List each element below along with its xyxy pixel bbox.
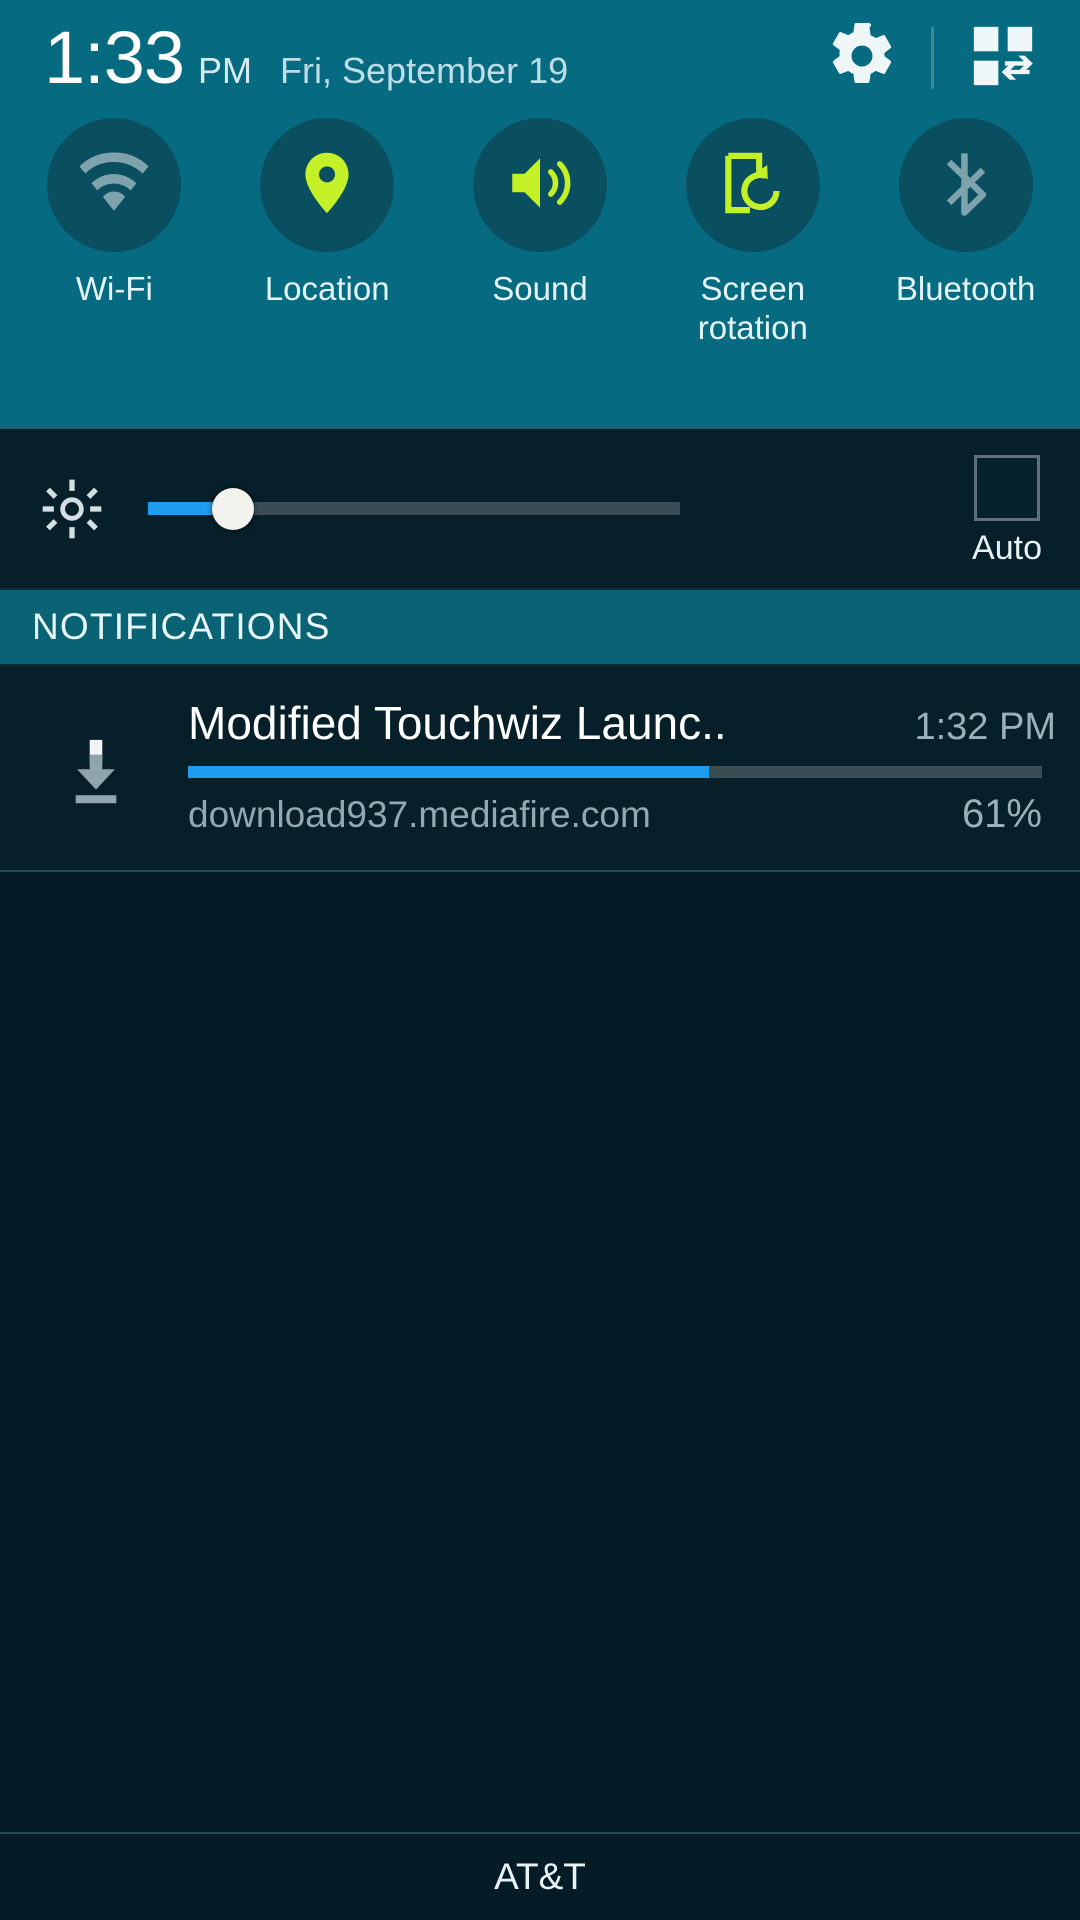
notifications-section-header: NOTIFICATIONS bbox=[0, 588, 1080, 664]
header-divider bbox=[931, 27, 934, 89]
notifications-header-title: NOTIFICATIONS bbox=[32, 606, 331, 647]
status-clock-row: 1:33 PM Fri, September 19 bbox=[0, 0, 1080, 115]
quick-settings-grid-icon bbox=[968, 21, 1038, 96]
clock-block: 1:33 PM Fri, September 19 bbox=[44, 15, 569, 99]
clock-time: 1:33 bbox=[44, 15, 185, 99]
brightness-slider[interactable] bbox=[148, 477, 680, 541]
auto-brightness-label: Auto bbox=[972, 529, 1042, 567]
toggle-location-label: Location bbox=[264, 270, 390, 307]
notification-title-row: Modified Touchwiz Launc.. 1:32 PM bbox=[188, 696, 1056, 750]
auto-brightness-checkbox[interactable] bbox=[974, 455, 1041, 521]
clock-date: Fri, September 19 bbox=[280, 49, 569, 91]
toggle-bluetooth[interactable]: Bluetooth bbox=[859, 118, 1072, 309]
toggle-sound-label: Sound bbox=[492, 270, 588, 307]
clock-ampm: PM bbox=[198, 49, 253, 91]
toggle-sound-circle bbox=[472, 118, 607, 252]
notification-item[interactable]: Modified Touchwiz Launc.. 1:32 PM downlo… bbox=[0, 664, 1080, 872]
gear-icon bbox=[826, 20, 898, 97]
toggle-wifi[interactable]: Wi-Fi bbox=[8, 118, 221, 309]
brightness-slider-thumb[interactable] bbox=[212, 487, 255, 530]
auto-brightness-toggle[interactable]: Auto bbox=[972, 455, 1042, 568]
toggle-screen-rotation[interactable]: Screen rotation bbox=[646, 118, 859, 348]
notification-meta-row: download937.mediafire.com 61% bbox=[188, 792, 1042, 837]
bluetooth-icon bbox=[929, 146, 1003, 225]
notification-time: 1:32 PM bbox=[914, 706, 1056, 748]
brightness-sun-icon bbox=[40, 477, 104, 541]
carrier-name: AT&T bbox=[494, 1856, 586, 1897]
notification-percent: 61% bbox=[961, 792, 1042, 836]
notification-title: Modified Touchwiz Launc.. bbox=[188, 697, 727, 749]
screen-rotation-icon bbox=[716, 146, 790, 225]
location-pin-icon bbox=[290, 146, 364, 225]
toggle-wifi-label: Wi-Fi bbox=[75, 270, 153, 307]
quick-settings-button[interactable] bbox=[960, 15, 1046, 101]
carrier-bar: AT&T bbox=[0, 1832, 1080, 1920]
download-icon bbox=[48, 722, 144, 818]
notification-shade: 1:33 PM Fri, September 19 Wi-Fi Location… bbox=[0, 0, 1080, 1920]
notification-progress-fill bbox=[188, 766, 709, 778]
toggle-wifi-circle bbox=[47, 118, 182, 252]
shade-header: 1:33 PM Fri, September 19 Wi-Fi Location… bbox=[0, 0, 1080, 426]
toggle-sound[interactable]: Sound bbox=[434, 118, 647, 309]
brightness-row: Auto bbox=[0, 426, 1080, 588]
toggle-screen-rotation-circle bbox=[685, 118, 820, 252]
wifi-icon bbox=[77, 146, 151, 225]
notification-body: Modified Touchwiz Launc.. 1:32 PM downlo… bbox=[188, 696, 1056, 837]
toggle-bluetooth-label: Bluetooth bbox=[895, 270, 1036, 307]
toggle-screen-rotation-label: Screen rotation bbox=[697, 270, 808, 346]
notification-progress-bar bbox=[188, 766, 1042, 778]
sound-speaker-icon bbox=[503, 146, 577, 225]
header-icon-group bbox=[819, 8, 1046, 108]
toggle-bluetooth-circle bbox=[898, 118, 1033, 252]
toggle-location[interactable]: Location bbox=[221, 118, 434, 309]
quick-toggle-row: Wi-Fi Location Sound Screen rotation Blu… bbox=[0, 118, 1080, 348]
notification-subtitle: download937.mediafire.com bbox=[188, 794, 651, 835]
toggle-location-circle bbox=[260, 118, 395, 252]
settings-button[interactable] bbox=[819, 15, 905, 101]
